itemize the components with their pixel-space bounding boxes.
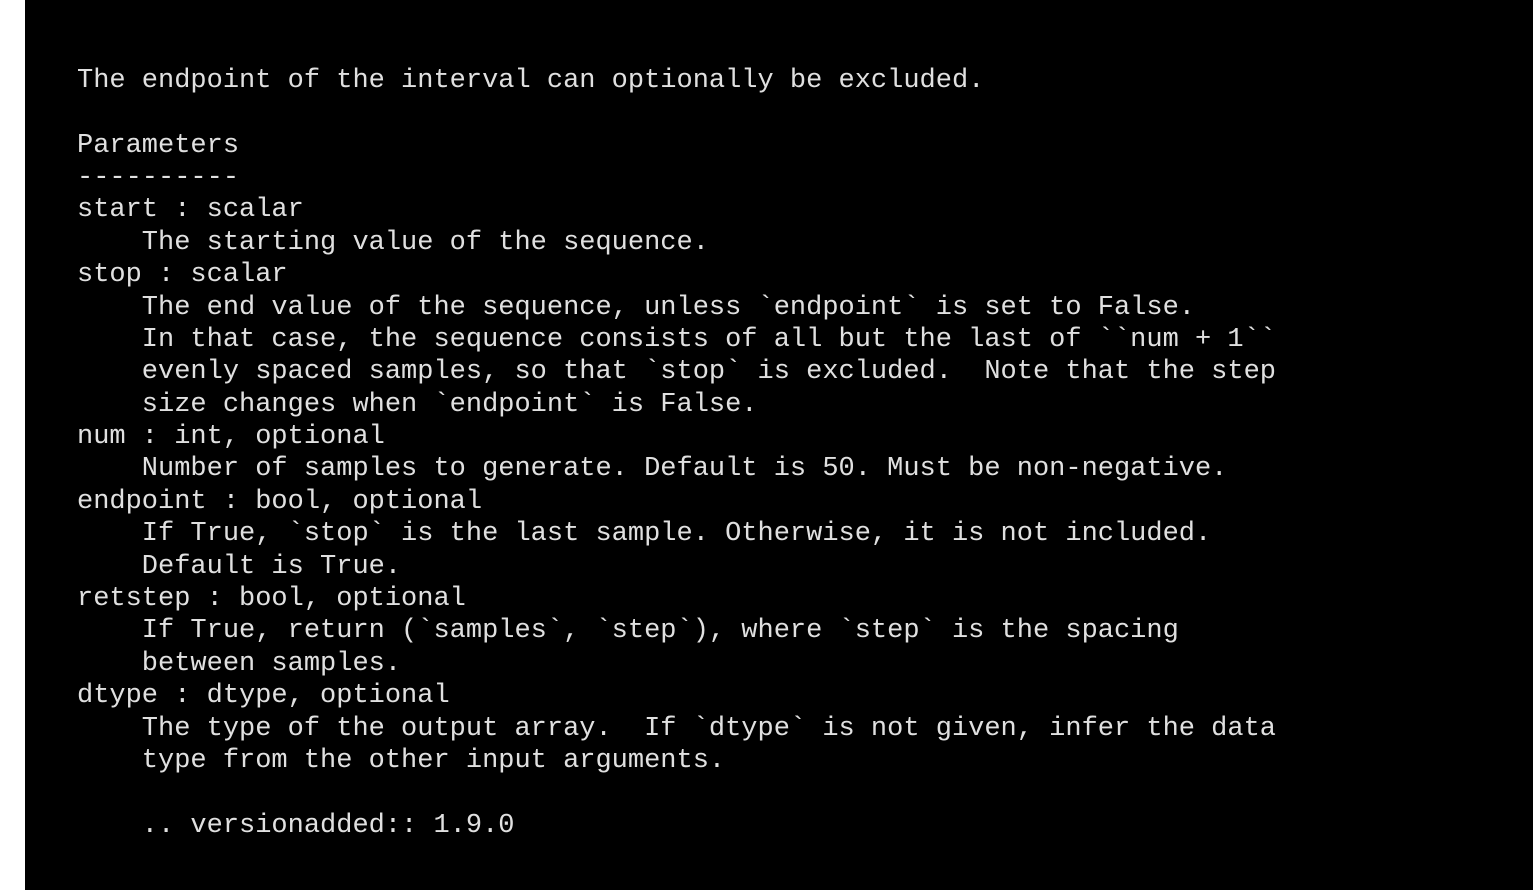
param-start-name: start : scalar [77, 195, 304, 225]
param-stop-desc-4: size changes when `endpoint` is False. [77, 390, 758, 420]
versionadded: .. versionadded:: 1.9.0 [77, 811, 514, 841]
param-num-name: num : int, optional [77, 422, 385, 452]
param-stop-desc-2: In that case, the sequence consists of a… [77, 325, 1276, 355]
param-retstep-name: retstep : bool, optional [77, 584, 466, 614]
endpoint-note: The endpoint of the interval can optiona… [77, 66, 984, 96]
param-dtype-desc-2: type from the other input arguments. [77, 746, 725, 776]
parameters-underline: ---------- [77, 163, 239, 193]
param-dtype-name: dtype : dtype, optional [77, 681, 450, 711]
param-start-desc: The starting value of the sequence. [77, 228, 709, 258]
param-num-desc: Number of samples to generate. Default i… [77, 454, 1227, 484]
param-dtype-desc-1: The type of the output array. If `dtype`… [77, 714, 1276, 744]
param-retstep-desc-1: If True, return (`samples`, `step`), whe… [77, 616, 1179, 646]
param-stop-desc-1: The end value of the sequence, unless `e… [77, 293, 1195, 323]
docstring-content: The endpoint of the interval can optiona… [25, 0, 1533, 842]
param-endpoint-desc-1: If True, `stop` is the last sample. Othe… [77, 519, 1211, 549]
param-stop-desc-3: evenly spaced samples, so that `stop` is… [77, 357, 1276, 387]
parameters-heading: Parameters [77, 131, 239, 161]
param-endpoint-desc-2: Default is True. [77, 552, 401, 582]
terminal-window: The endpoint of the interval can optiona… [25, 0, 1533, 890]
param-endpoint-name: endpoint : bool, optional [77, 487, 482, 517]
param-stop-name: stop : scalar [77, 260, 288, 290]
param-retstep-desc-2: between samples. [77, 649, 401, 679]
